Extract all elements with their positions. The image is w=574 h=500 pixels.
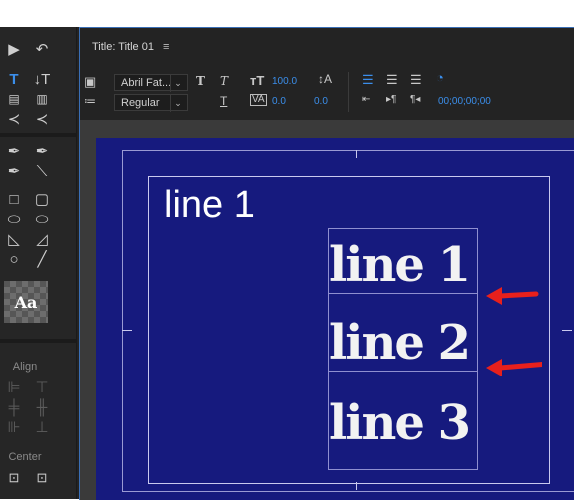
text-line: line 1 [329,237,477,294]
panel-title: Title: Title 01 [92,41,154,53]
chevron-down-icon: ⌄ [170,95,185,112]
align-text-center-icon[interactable]: ☰ [386,72,398,88]
tool-row-5: ✒ ✒ [4,141,68,161]
align-text-left-icon[interactable]: ☰ [362,72,374,88]
font-size-icon: тT [250,73,265,88]
font-family-select[interactable]: Abril Fat... ⌄ [114,74,188,92]
red-arrow-icon [486,359,542,376]
tool-row-9: ◺ ◿ [4,229,68,249]
tools-divider [0,133,76,137]
video-frame[interactable]: line 1 line 1 line 2 line 3 [96,138,574,500]
center-row: ⊡ ⊡ [4,467,68,487]
add-anchor-tool-icon[interactable]: ✒ [4,162,24,180]
italic-icon[interactable]: T [220,74,228,88]
type-tool-icon[interactable]: T [4,70,24,88]
kerning-icon: VA [250,94,267,106]
rounded-rectangle-tool-icon[interactable]: ▢ [32,190,52,208]
paragraph-indent-icon[interactable]: ¶◂ [410,94,420,105]
tracking-value[interactable]: 0.0 [314,96,328,107]
text-line: line 2 [329,315,477,372]
show-background-video-icon[interactable]: ◔ [436,70,444,85]
align-text-right-icon[interactable]: ☰ [410,72,422,88]
underline-icon[interactable]: T [220,94,227,108]
font-size-value[interactable]: 100.0 [272,76,297,87]
tab-stops-icon[interactable]: ≔ [84,94,96,108]
center-horizontal-icon[interactable]: ⊡ [4,468,24,486]
ellipse-tool-icon[interactable]: ○ [4,250,24,268]
font-style-value: Regular [121,97,160,109]
rounded-corner-tool-icon[interactable]: ⬭ [32,210,52,228]
vertical-path-type-tool-icon[interactable]: ≺ [32,110,52,128]
text-line: line 3 [329,395,471,451]
panel-tab[interactable]: Title: Title 01 ≡ [92,41,169,53]
align-horizontal-center-icon[interactable]: ╪ [4,398,24,416]
tool-row-3: ▤ ▥ [4,89,68,109]
tool-row-1: ▶ ↶ [4,39,68,59]
title-canvas-area: line 1 line 1 line 2 line 3 [80,120,574,500]
center-tick-left [122,330,132,331]
premiere-app: ▶ ↶ T ↓T ▤ ▥ ≺ ≺ ✒ ✒ ✒ ⟍ □ ▢ ⬭ ⬭ ◺ ◿ ○ ╱… [0,27,574,500]
tool-row-6: ✒ ⟍ [4,161,68,181]
chevron-down-icon: ⌄ [170,75,185,92]
tools-divider-2 [0,339,76,343]
center-tick-right [562,330,572,331]
center-tick-bottom [356,482,357,490]
big-text-object[interactable]: line 1 line 2 line 3 [328,228,478,470]
leading-icon: ↕A [318,72,333,86]
kerning-value[interactable]: 0.0 [272,96,286,107]
tool-row-10: ○ ╱ [4,249,68,269]
title-tools-panel: ▶ ↶ T ↓T ▤ ▥ ≺ ≺ ✒ ✒ ✒ ⟍ □ ▢ ⬭ ⬭ ◺ ◿ ○ ╱… [0,27,77,499]
font-style-select[interactable]: Regular ⌄ [114,94,188,112]
align-bottom-icon[interactable]: ⊥ [32,418,52,436]
center-vertical-icon[interactable]: ⊡ [32,468,52,486]
small-text-object[interactable]: line 1 [164,184,255,227]
bold-icon[interactable]: T [196,74,205,88]
arc-tool-icon[interactable]: ◿ [32,230,52,248]
align-vertical-center-icon[interactable]: ╫ [32,398,52,416]
align-label: Align [12,361,38,373]
timecode[interactable]: 00;00;00;00 [438,96,491,107]
path-type-tool-icon[interactable]: ≺ [4,110,24,128]
area-type-tool-icon[interactable]: ▤ [4,90,24,108]
hamburger-menu-icon[interactable]: ≡ [163,41,169,53]
tool-row-7: □ ▢ [4,189,68,209]
style-swatch[interactable]: Aa [4,281,48,323]
vertical-area-type-tool-icon[interactable]: ▥ [32,90,52,108]
align-right-icon[interactable]: ⊪ [4,418,24,436]
tab-icon[interactable]: ⇤ [362,94,370,105]
selection-tool-icon[interactable]: ▶ [4,40,24,58]
templates-icon[interactable]: ▣ [84,74,96,90]
tool-row-4: ≺ ≺ [4,109,68,129]
rectangle-tool-icon[interactable]: □ [4,190,24,208]
convert-anchor-tool-icon[interactable]: ⟍ [32,162,52,180]
title-panel: Title: Title 01 ≡ ▣ ≔ Abril Fat... ⌄ Reg… [79,27,574,500]
align-row-2: ╪ ╫ [4,397,68,417]
center-tick-top [356,150,357,158]
align-top-icon[interactable]: ⊤ [32,378,52,396]
tool-row-8: ⬭ ⬭ [4,209,68,229]
wedge-tool-icon[interactable]: ◺ [4,230,24,248]
red-arrow-icon [486,287,539,305]
annotation-arrows [486,287,542,376]
align-row-3: ⊪ ⊥ [4,417,68,437]
delete-anchor-tool-icon[interactable]: ✒ [32,142,52,160]
align-left-icon[interactable]: ⊫ [4,378,24,396]
center-label: Center [8,451,42,463]
align-row-1: ⊫ ⊤ [4,377,68,397]
title-toolbar: ▣ ≔ Abril Fat... ⌄ Regular ⌄ T T T тT 10… [80,70,574,118]
paragraph-icon[interactable]: ▸¶ [386,94,396,105]
rotation-tool-icon[interactable]: ↶ [32,40,52,58]
font-family-value: Abril Fat... [121,77,172,89]
tool-row-2: T ↓T [4,69,68,89]
pen-tool-icon[interactable]: ✒ [4,142,24,160]
clipped-corner-tool-icon[interactable]: ⬭ [4,210,24,228]
line-tool-icon[interactable]: ╱ [32,250,52,268]
vertical-type-tool-icon[interactable]: ↓T [32,70,52,88]
toolbar-divider [348,72,349,112]
